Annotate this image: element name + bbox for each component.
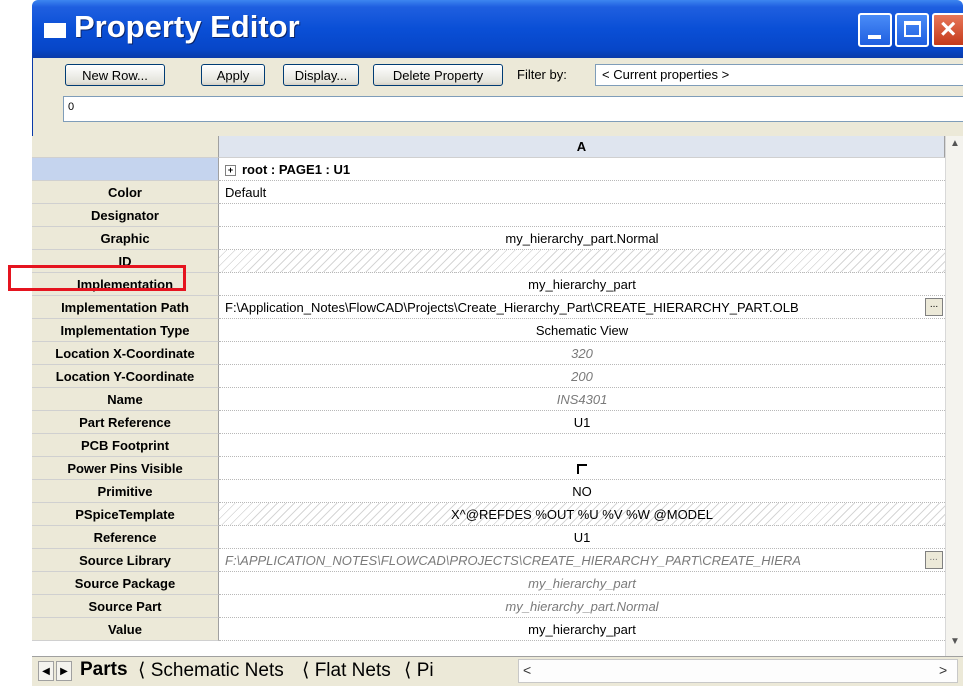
value-cell-location-x-coordinate[interactable]: 320 [219, 342, 945, 365]
display-button[interactable]: Display... [283, 64, 359, 86]
row-header-primitive[interactable]: Primitive [32, 480, 219, 503]
value-text-implementation: my_hierarchy_part [528, 277, 636, 292]
maximize-icon [904, 21, 921, 37]
row-header-implementation-path[interactable]: Implementation Path [32, 296, 219, 319]
tab-pi-label: Pi [416, 660, 434, 681]
scroll-left-icon[interactable]: < [523, 662, 531, 678]
row-header-source-part[interactable]: Source Part [32, 595, 219, 618]
row-header-source-library[interactable]: Source Library [32, 549, 219, 572]
filter-label: Filter by: [517, 67, 567, 82]
row-header-power-pins-visible[interactable]: Power Pins Visible [32, 457, 219, 480]
value-text-location-y-coordinate: 200 [571, 369, 593, 384]
window-title: Property Editor [74, 9, 300, 44]
value-cell-part-reference[interactable]: U1 [219, 411, 945, 434]
value-cell-location-y-coordinate[interactable]: 200 [219, 365, 945, 388]
scroll-up-icon[interactable]: ▲ [948, 138, 962, 154]
value-text-color: Default [225, 185, 267, 200]
close-button[interactable]: × [932, 13, 963, 47]
row-header-pspicetemplate[interactable]: PSpiceTemplate [32, 503, 219, 526]
grid-corner [32, 136, 219, 158]
value-cell-power-pins-visible[interactable] [219, 457, 945, 480]
value-cell-pspicetemplate[interactable]: X^@REFDES %OUT %U %V %W @MODEL [219, 503, 945, 526]
tab-flat-nets-label: Flat Nets [314, 660, 391, 681]
row-header-name[interactable]: Name [32, 388, 219, 411]
value-cell-source-package[interactable]: my_hierarchy_part [219, 572, 945, 595]
window-icon [44, 23, 66, 38]
maximize-button[interactable] [895, 13, 929, 47]
expand-icon[interactable]: + [225, 165, 236, 177]
value-text-implementation-path: F:\Application_Notes\FlowCAD\Projects\Cr… [225, 300, 799, 315]
value-cell-reference[interactable]: U1 [219, 526, 945, 549]
tab-flat-nets[interactable]: ⟨ Flat Nets [302, 657, 391, 687]
row-header-location-x-coordinate[interactable]: Location X-Coordinate [32, 342, 219, 365]
value-text-value: my_hierarchy_part [528, 622, 636, 637]
browse-button[interactable]: ... [925, 551, 943, 569]
value-cell-implementation-type[interactable]: Schematic View [219, 319, 945, 342]
value-edit-box[interactable]: 0 [63, 96, 963, 122]
value-text-primitive: NO [572, 484, 592, 499]
row-header-color[interactable]: Color [32, 181, 219, 204]
value-text-implementation-type: Schematic View [535, 323, 629, 338]
toolbar: New Row... Apply Display... Delete Prope… [32, 58, 963, 136]
close-icon: × [940, 13, 957, 44]
value-cell-graphic[interactable]: my_hierarchy_part.Normal [219, 227, 945, 250]
browse-button[interactable]: ... [925, 298, 943, 316]
value-text-reference: U1 [573, 530, 591, 545]
minimize-icon [868, 35, 881, 39]
value-text-location-x-coordinate: 320 [571, 346, 593, 361]
column-header-a[interactable]: A [219, 136, 945, 158]
root-row[interactable]: + root : PAGE1 : U1 [219, 158, 945, 181]
tab-pi[interactable]: ⟨ Pi [404, 657, 434, 687]
vertical-scrollbar[interactable]: ▲ ▼ [945, 136, 963, 656]
row-header-graphic[interactable]: Graphic [32, 227, 219, 250]
scroll-right-icon[interactable]: > [939, 662, 947, 678]
property-grid: A + root : PAGE1 : U1 Color Default Designato… [32, 136, 945, 644]
row-header-implementation-type[interactable]: Implementation Type [32, 319, 219, 342]
value-cell-implementation-path[interactable]: F:\Application_Notes\FlowCAD\Projects\Cr… [219, 296, 945, 319]
root-label: root : PAGE1 : U1 [242, 162, 351, 177]
value-text-source-library: F:\APPLICATION_NOTES\FLOWCAD\PROJECTS\CR… [225, 553, 801, 568]
delete-property-button[interactable]: Delete Property [373, 64, 503, 86]
row-header-location-y-coordinate[interactable]: Location Y-Coordinate [32, 365, 219, 388]
tab-schematic-nets-label: Schematic Nets [150, 660, 284, 681]
tab-parts[interactable]: Parts [80, 657, 128, 687]
value-text-pspicetemplate: X^@REFDES %OUT %U %V %W @MODEL [451, 507, 713, 522]
value-text-graphic: my_hierarchy_part.Normal [505, 231, 659, 246]
row-header-value[interactable]: Value [32, 618, 219, 641]
value-cell-id[interactable] [219, 250, 945, 273]
value-cell-implementation[interactable]: my_hierarchy_part [219, 273, 945, 296]
row-header-reference[interactable]: Reference [32, 526, 219, 549]
row-header-designator[interactable]: Designator [32, 204, 219, 227]
minimize-button[interactable] [858, 13, 892, 47]
apply-button[interactable]: Apply [201, 64, 265, 86]
row-header-part-reference[interactable]: Part Reference [32, 411, 219, 434]
checkbox-icon[interactable] [577, 464, 587, 474]
tab-parts-label: Parts [80, 659, 128, 680]
value-cell-source-part[interactable]: my_hierarchy_part.Normal [219, 595, 945, 618]
value-cell-source-library[interactable]: F:\APPLICATION_NOTES\FLOWCAD\PROJECTS\CR… [219, 549, 945, 572]
highlight-rectangle [8, 265, 186, 291]
row-header-source-package[interactable]: Source Package [32, 572, 219, 595]
sheet-tab-bar: ◀ ▶ Parts ⟨ Schematic Nets ⟨ Flat Nets ⟨… [32, 656, 963, 686]
value-text-source-package: my_hierarchy_part [528, 576, 636, 591]
value-cell-pcb-footprint[interactable] [219, 434, 945, 457]
root-row-header [32, 158, 219, 181]
value-text-source-part: my_hierarchy_part.Normal [505, 599, 659, 614]
value-cell-designator[interactable] [219, 204, 945, 227]
value-text-name: INS4301 [556, 392, 608, 407]
horizontal-scrollbar[interactable]: < > [518, 659, 958, 683]
tab-prev-icon[interactable]: ◀ [38, 661, 54, 681]
value-cell-name[interactable]: INS4301 [219, 388, 945, 411]
value-cell-primitive[interactable]: NO [219, 480, 945, 503]
filter-dropdown[interactable]: < Current properties > [595, 64, 963, 86]
tab-next-icon[interactable]: ▶ [56, 661, 72, 681]
scroll-down-icon[interactable]: ▼ [948, 636, 962, 652]
value-cell-value[interactable]: my_hierarchy_part [219, 618, 945, 641]
new-row-button[interactable]: New Row... [65, 64, 165, 86]
title-bar: Property Editor × [32, 0, 963, 58]
row-header-pcb-footprint[interactable]: PCB Footprint [32, 434, 219, 457]
value-cell-color[interactable]: Default [219, 181, 945, 204]
value-text-part-reference: U1 [573, 415, 591, 430]
tab-schematic-nets[interactable]: ⟨ Schematic Nets [138, 657, 284, 687]
